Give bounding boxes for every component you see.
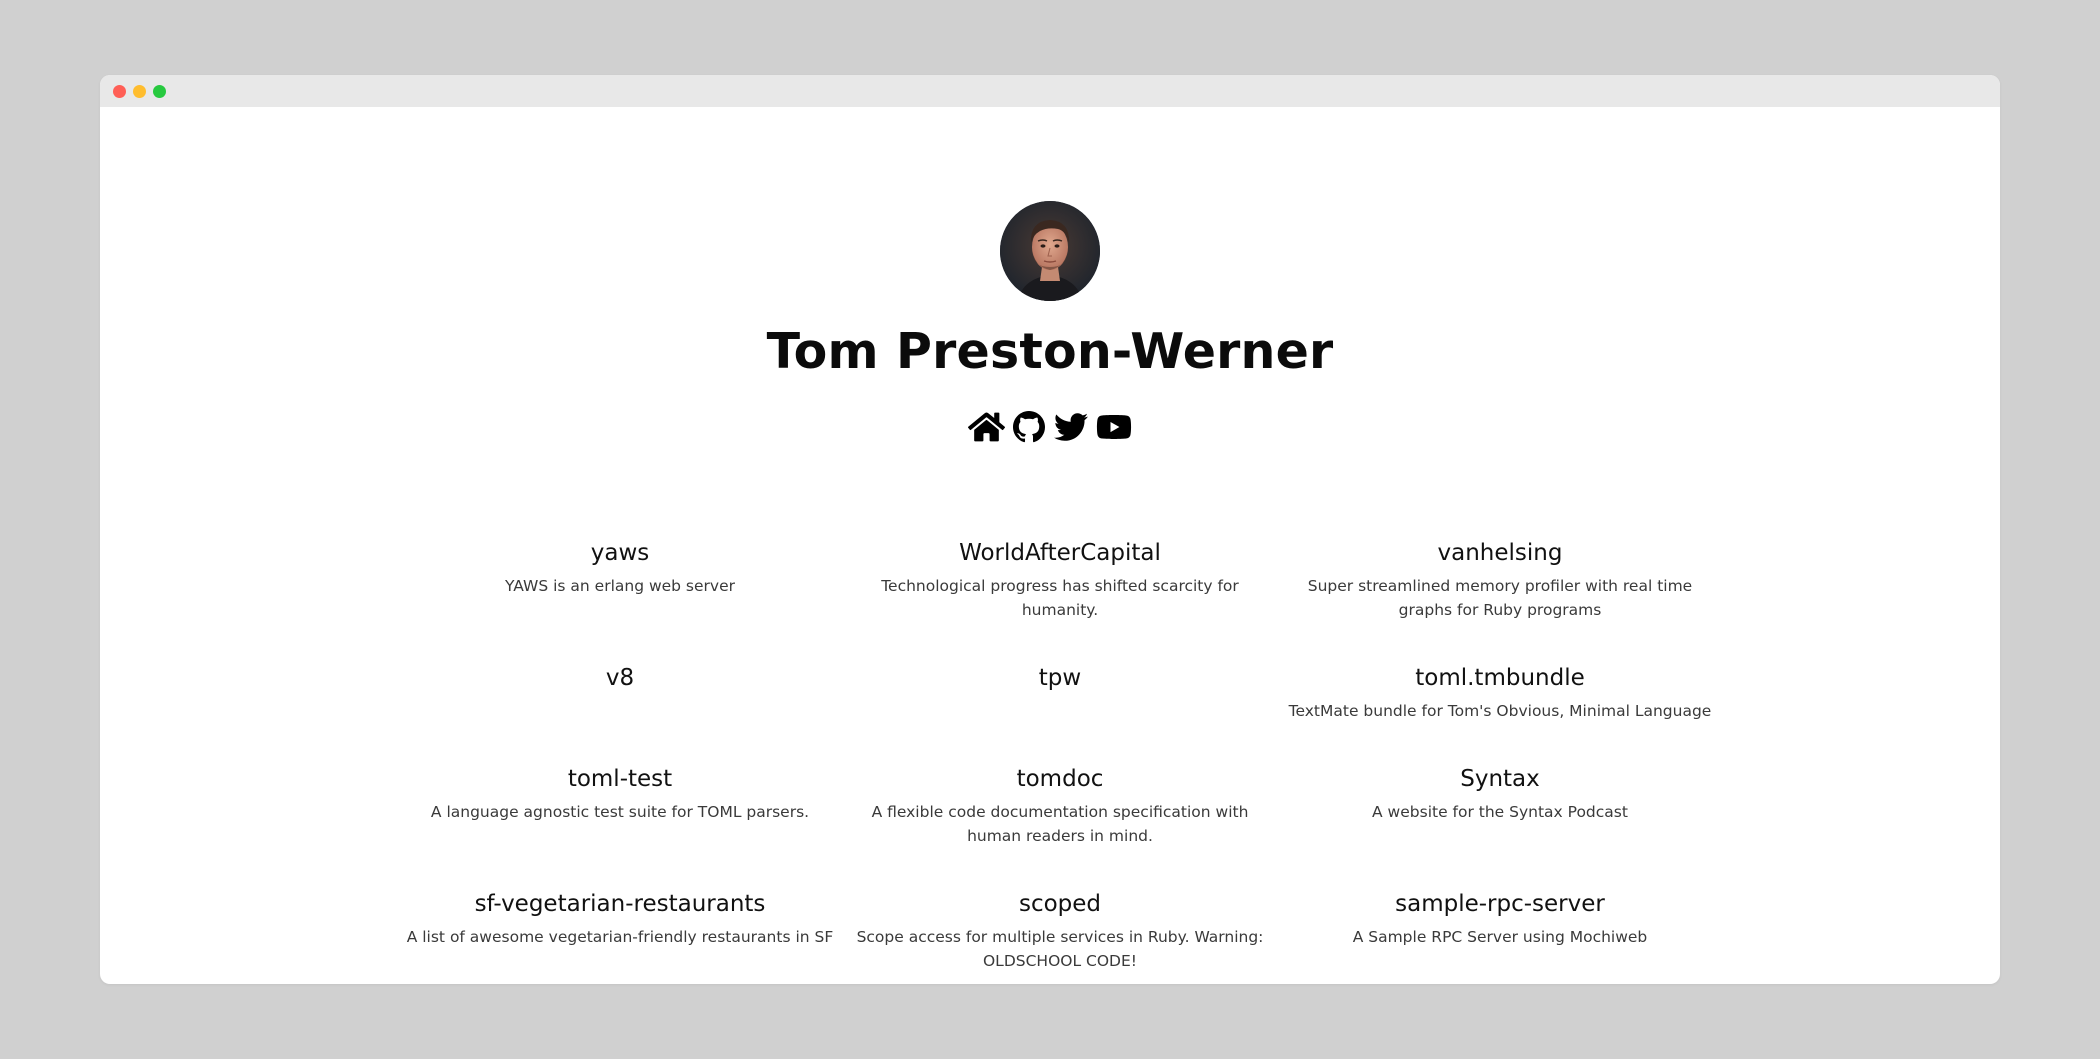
avatar [1000, 201, 1100, 301]
repo-description: Super streamlined memory profiler with r… [1307, 577, 1693, 619]
profile-name: Tom Preston-Werner [766, 323, 1334, 380]
repo-description: A flexible code documentation specificat… [871, 803, 1249, 845]
repo-grid: yaws YAWS is an erlang web server WorldA… [400, 538, 1720, 984]
browser-window: Tom Preston-Werner yaws YAWS is an erlan… [100, 75, 2000, 984]
youtube-icon [1096, 415, 1132, 439]
repo-card[interactable]: vanhelsing Super streamlined memory prof… [1280, 538, 1720, 663]
repo-name: toml.tmbundle [1415, 665, 1585, 691]
repo-name: tpw [1038, 665, 1082, 691]
youtube-link[interactable] [1096, 413, 1132, 441]
repo-card[interactable]: WorldAfterCapital Technological progress… [840, 538, 1280, 663]
github-link[interactable] [1013, 411, 1046, 443]
repo-name: WorldAfterCapital [959, 540, 1161, 566]
repo-card[interactable]: sf-vegetarian-restaurants A list of awes… [400, 889, 840, 984]
twitter-link[interactable] [1053, 412, 1088, 442]
github-icon [1013, 411, 1046, 443]
repo-description: TextMate bundle for Tom's Obvious, Minim… [1288, 702, 1712, 720]
social-links [968, 407, 1132, 447]
repo-card[interactable]: v8 [400, 663, 840, 764]
repo-name: scoped [1018, 891, 1102, 917]
repo-card[interactable]: Syntax A website for the Syntax Podcast [1280, 764, 1720, 889]
home-link[interactable] [968, 410, 1005, 444]
repo-card[interactable]: tpw [840, 663, 1280, 764]
title-bar [100, 75, 2000, 107]
repo-name: Syntax [1460, 766, 1540, 792]
repo-card[interactable]: toml.tmbundle TextMate bundle for Tom's … [1280, 663, 1720, 764]
repo-description: YAWS is an erlang web server [504, 577, 736, 595]
repo-name: vanhelsing [1437, 540, 1563, 566]
home-icon [968, 412, 1005, 442]
repo-name: sf-vegetarian-restaurants [474, 891, 766, 917]
repo-description: A language agnostic test suite for TOML … [430, 803, 810, 821]
twitter-icon [1053, 413, 1088, 441]
repo-card[interactable]: yaws YAWS is an erlang web server [400, 538, 840, 663]
repo-description: A website for the Syntax Podcast [1372, 803, 1628, 821]
repo-description: Scope access for multiple services in Ru… [856, 928, 1264, 970]
repo-description: Technological progress has shifted scarc… [881, 577, 1239, 619]
repo-description: A Sample RPC Server using Mochiweb [1352, 928, 1648, 946]
repo-card[interactable]: tomdoc A flexible code documentation spe… [840, 764, 1280, 889]
repo-card[interactable]: toml-test A language agnostic test suite… [400, 764, 840, 889]
repo-name: v8 [605, 665, 635, 691]
repo-name: tomdoc [1016, 766, 1104, 792]
repo-name: toml-test [567, 766, 673, 792]
repo-card[interactable]: scoped Scope access for multiple service… [840, 889, 1280, 984]
maximize-window-button[interactable] [153, 85, 166, 98]
repo-description: A list of awesome vegetarian-friendly re… [406, 928, 834, 946]
repo-name: sample-rpc-server [1395, 891, 1605, 917]
repo-card[interactable]: sample-rpc-server A Sample RPC Server us… [1280, 889, 1720, 984]
close-window-button[interactable] [113, 85, 126, 98]
repo-name: yaws [590, 540, 650, 566]
page-content: Tom Preston-Werner yaws YAWS is an erlan… [100, 107, 2000, 984]
minimize-window-button[interactable] [133, 85, 146, 98]
